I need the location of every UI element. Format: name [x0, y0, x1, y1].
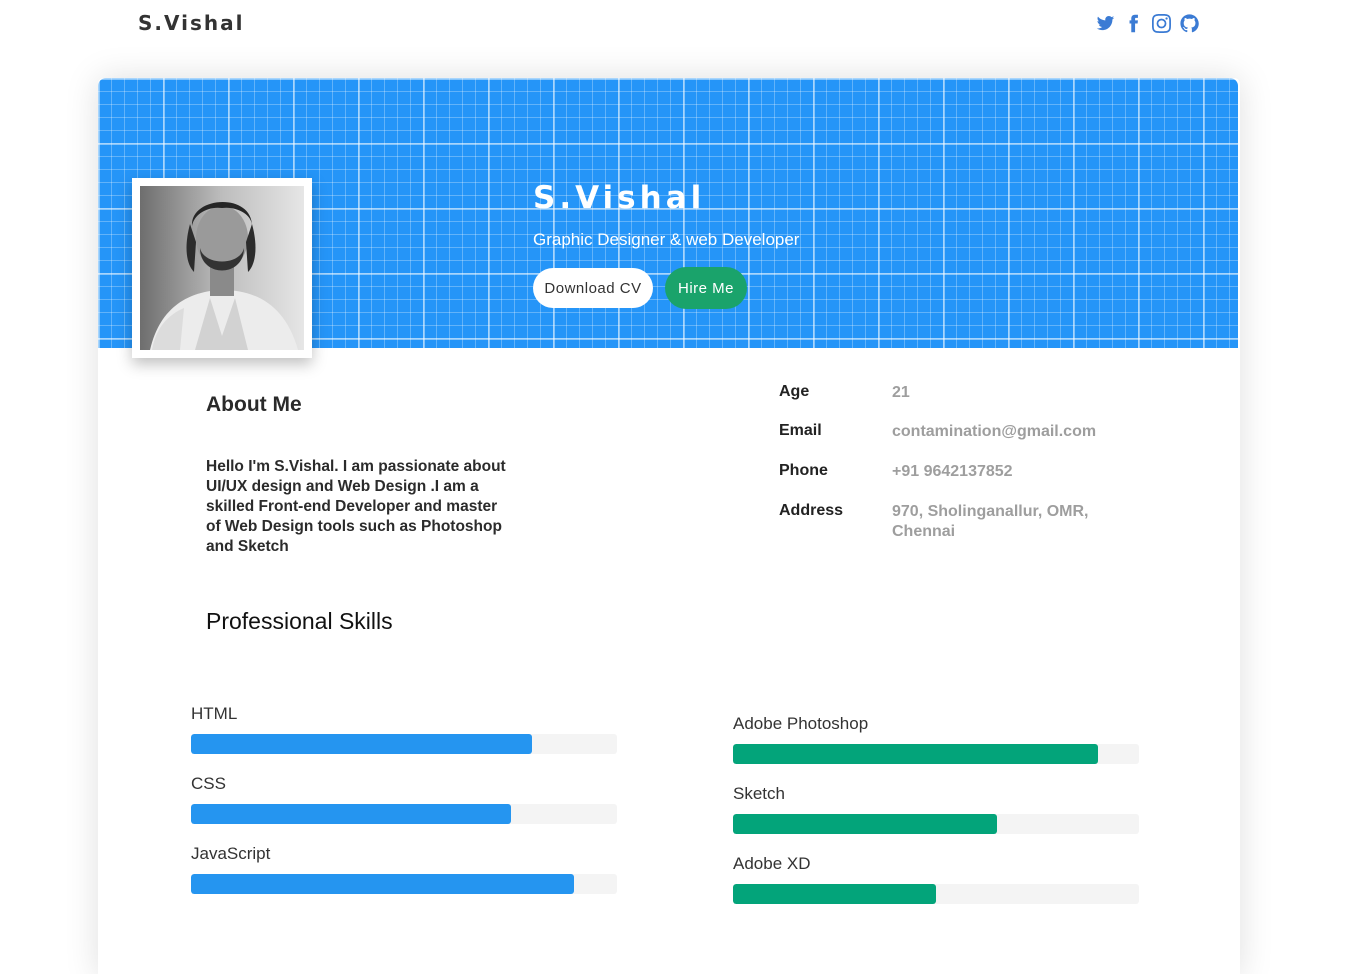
- twitter-icon[interactable]: [1094, 12, 1116, 34]
- about-title: About Me: [206, 393, 302, 416]
- info-label: Email: [779, 422, 822, 439]
- github-icon[interactable]: [1178, 12, 1200, 34]
- top-navbar: S.Vishal: [0, 0, 1366, 48]
- info-label: Phone: [779, 462, 828, 479]
- skill-name: Sketch: [733, 784, 785, 803]
- skill-bar-fill: [733, 744, 1099, 764]
- hero-role: Graphic Designer & web Developer: [533, 230, 800, 249]
- about-text: Hello I'm S.Vishal. I am passionate abou…: [206, 458, 506, 555]
- skill-bar-fill: [191, 804, 511, 824]
- info-value: 970, Sholinganallur, OMR, Chennai: [892, 503, 1089, 540]
- info-value: 21: [892, 384, 910, 401]
- skill-name: Adobe Photoshop: [733, 714, 869, 733]
- hero-name: S.Vishal: [533, 180, 706, 216]
- skill-bar-track: [733, 814, 1139, 834]
- skill-bar-track: [191, 734, 617, 754]
- skill-name: Adobe XD: [733, 854, 811, 873]
- social-links: [1094, 12, 1200, 34]
- skill-bar-track: [733, 884, 1139, 904]
- skill-bar-track: [191, 874, 617, 894]
- info-label: Address: [779, 502, 844, 519]
- skill-name: HTML: [191, 704, 238, 723]
- profile-photo: [140, 186, 304, 350]
- info-value: contamination@gmail.com: [892, 423, 1097, 440]
- download-cv-button[interactable]: Download CV: [533, 268, 653, 308]
- skill-name: CSS: [191, 774, 226, 793]
- skill-bar-fill: [191, 734, 532, 754]
- hire-me-button[interactable]: Hire Me: [665, 267, 747, 309]
- profile-photo-frame: [132, 178, 312, 358]
- info-value: +91 9642137852: [892, 463, 1013, 480]
- brand-logo[interactable]: S.Vishal: [138, 11, 244, 35]
- info-label: Age: [779, 383, 810, 400]
- skill-bar-track: [733, 744, 1139, 764]
- skill-bar-track: [191, 804, 617, 824]
- skill-name: JavaScript: [191, 844, 271, 863]
- instagram-icon[interactable]: [1150, 12, 1172, 34]
- skill-bar-fill: [733, 814, 997, 834]
- skill-bar-fill: [733, 884, 936, 904]
- skill-bar-fill: [191, 874, 575, 894]
- skills-title: Professional Skills: [206, 608, 393, 634]
- facebook-icon[interactable]: [1122, 12, 1144, 34]
